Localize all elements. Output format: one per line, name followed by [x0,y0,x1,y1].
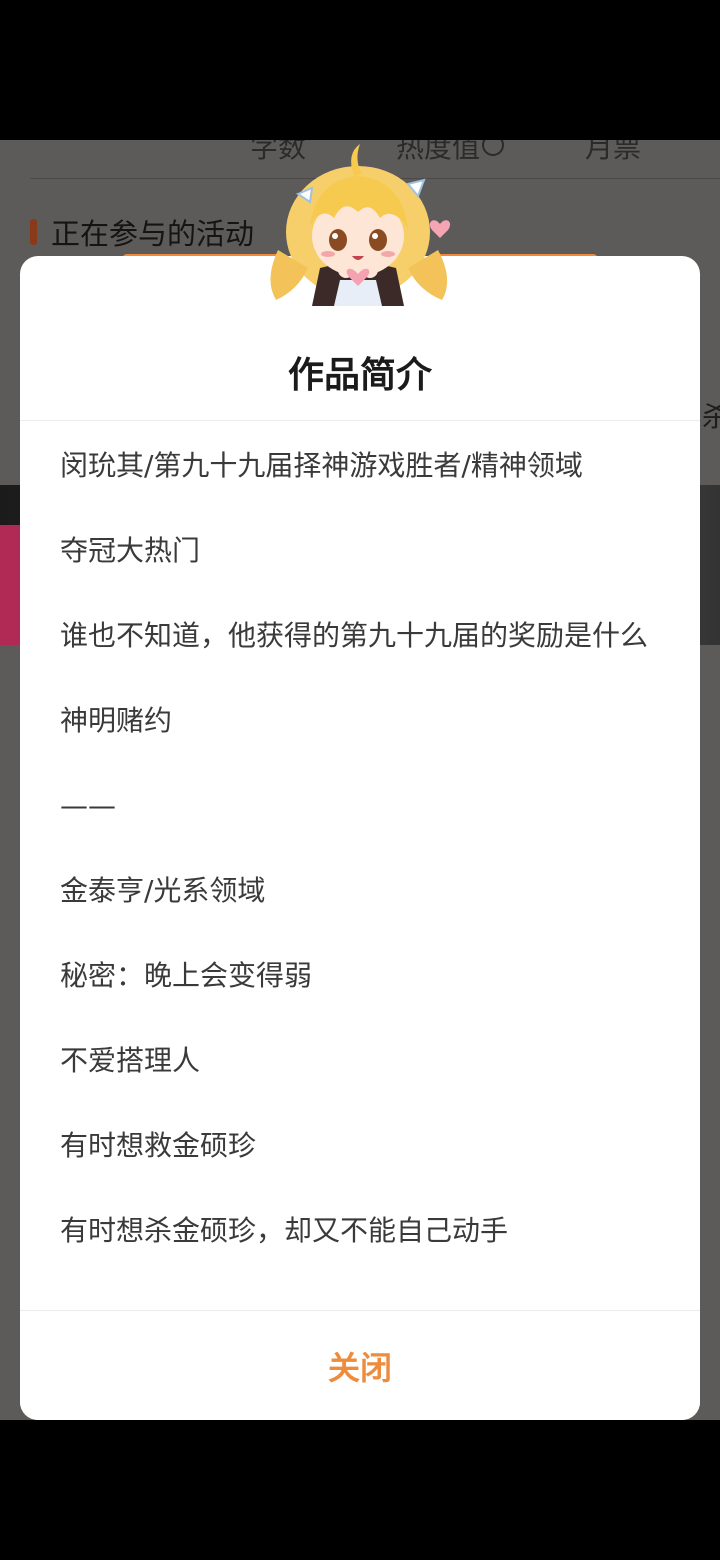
synopsis-line: 不爱搭理人 [60,1044,201,1077]
status-bar-area [0,0,720,140]
mascot-illustration [270,144,451,306]
navigation-bar-area [0,1420,720,1560]
banner-accent [0,525,20,645]
synopsis-line: 闵玧其/第九十九届择神游戏胜者/精神领域 [60,449,583,482]
section-title: 正在参与的活动 [51,217,255,251]
stat-partial-3: 月票 [585,140,642,164]
close-button[interactable]: 关闭 [20,1311,700,1420]
section-header: 正在参与的活动 [30,212,254,252]
synopsis-line: —— [60,789,116,822]
synopsis-line: 谁也不知道，他获得的第九十九届的奖励是什么 [60,619,649,652]
synopsis-content[interactable]: 闵玧其/第九十九届择神游戏胜者/精神领域 夺冠大热门 谁也不知道，他获得的第九十… [60,444,660,1294]
synopsis-line: 有时想救金硕珍 [60,1129,257,1162]
partial-text: 杀 [701,400,720,433]
dialog-title: 作品简介 [287,355,432,396]
synopsis-line: 有时想杀金硕珍，却又不能自己动手 [60,1214,509,1247]
synopsis-line: 夺冠大热门 [60,534,201,567]
info-icon [482,140,504,156]
synopsis-dialog: 作品简介 闵玧其/第九十九届择神游戏胜者/精神领域 夺冠大热门 谁也不知道，他获… [20,256,700,1420]
section-accent-bar [30,219,37,245]
synopsis-line: 金泰亨/光系领域 [60,874,266,907]
synopsis-line: 神明赌约 [60,704,173,737]
synopsis-line: 秘密：晚上会变得弱 [60,959,313,992]
title-divider [20,420,700,421]
